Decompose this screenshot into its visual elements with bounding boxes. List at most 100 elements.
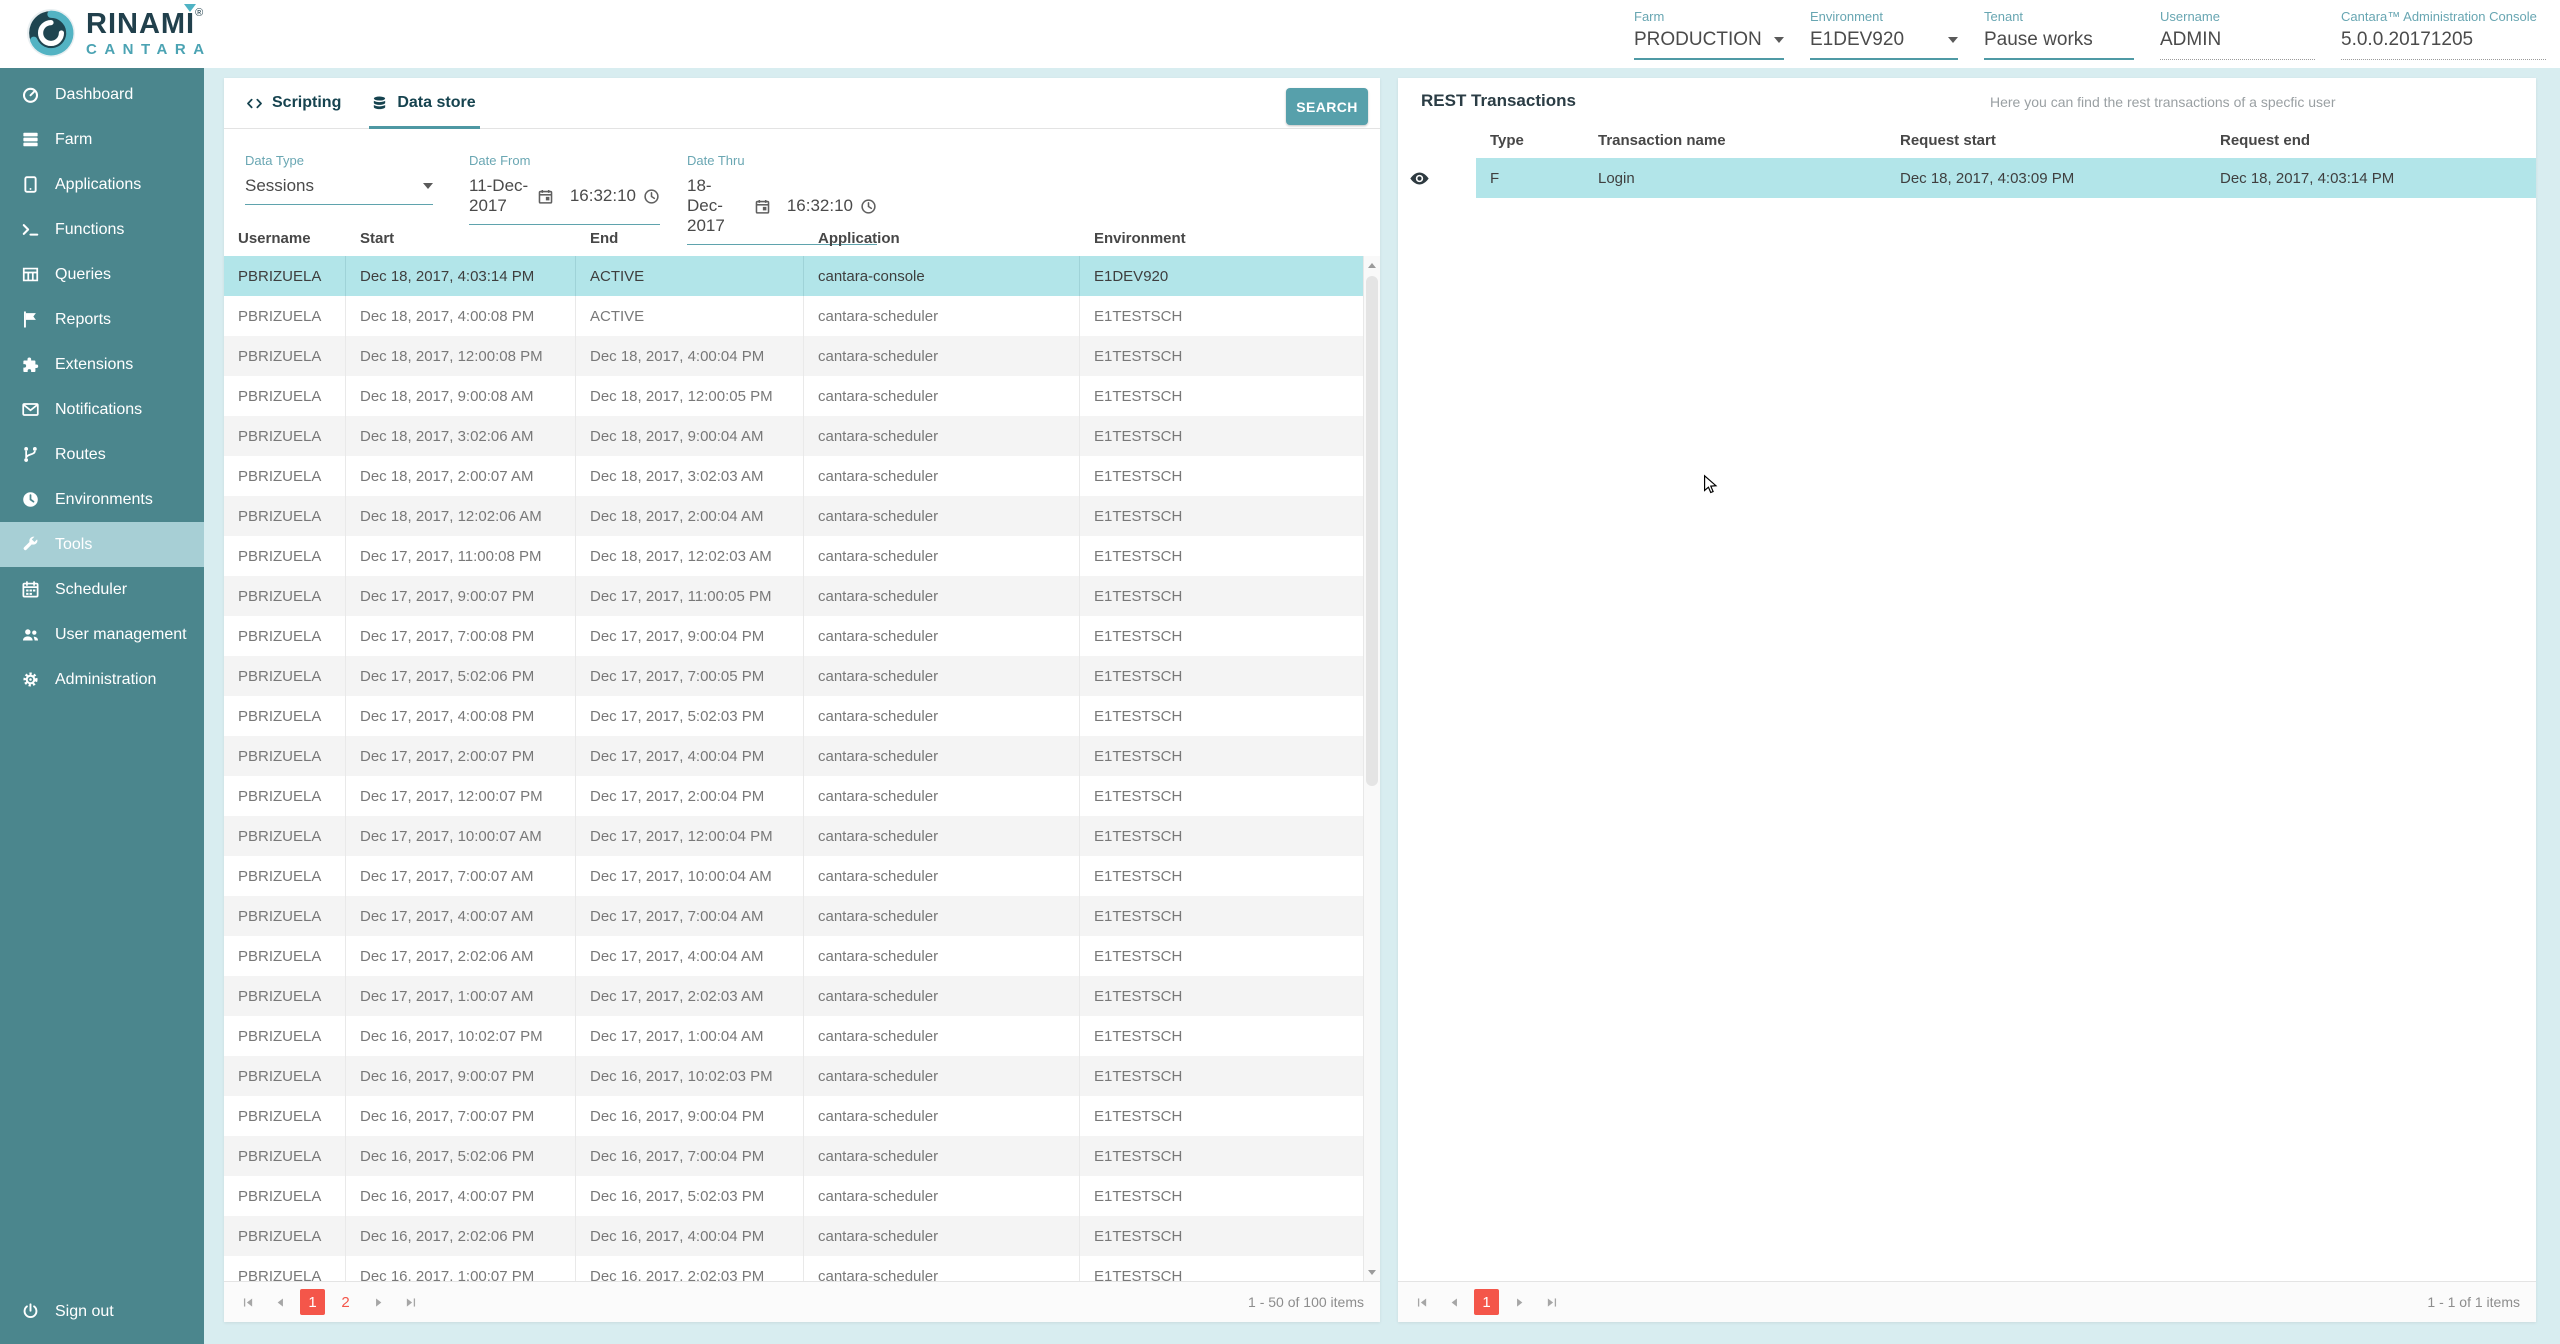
header-field-cantara-administration-console: Cantara™ Administration Console5.0.0.201… xyxy=(2341,9,2546,60)
filter-bar: Data Type Sessions Date From 11-Dec-2017… xyxy=(224,129,1380,220)
scrollbar-thumb[interactable] xyxy=(1366,276,1378,786)
table-row[interactable]: PBRIZUELADec 16, 2017, 7:00:07 PMDec 16,… xyxy=(224,1096,1380,1136)
time-from-input[interactable]: 16:32:10 xyxy=(570,186,636,206)
scroll-up-arrow[interactable] xyxy=(1364,256,1380,274)
sidebar-item-environments[interactable]: Environments xyxy=(0,477,204,522)
sidebar-item-extensions[interactable]: Extensions xyxy=(0,342,204,387)
tenant-value[interactable]: Pause works xyxy=(1984,29,2134,60)
eye-icon[interactable] xyxy=(1409,168,1430,189)
table-row[interactable]: PBRIZUELADec 17, 2017, 11:00:08 PMDec 18… xyxy=(224,536,1380,576)
table-row[interactable]: PBRIZUELADec 17, 2017, 12:00:07 PMDec 17… xyxy=(224,776,1380,816)
table-row[interactable]: PBRIZUELADec 18, 2017, 4:00:08 PMACTIVEc… xyxy=(224,296,1380,336)
sidebar-item-notifications[interactable]: Notifications xyxy=(0,387,204,432)
previous-page-button[interactable] xyxy=(268,1290,292,1314)
tab-scripting[interactable]: Scripting xyxy=(246,78,341,128)
previous-page-button[interactable] xyxy=(1442,1290,1466,1314)
last-page-button[interactable] xyxy=(1539,1290,1563,1314)
table-row[interactable]: PBRIZUELADec 18, 2017, 3:02:06 AMDec 18,… xyxy=(224,416,1380,456)
calendar-icon[interactable] xyxy=(537,188,554,205)
registered-mark: ® xyxy=(195,8,203,19)
table-row[interactable]: PBRIZUELADec 18, 2017, 2:00:07 AMDec 18,… xyxy=(224,456,1380,496)
cantara-administration-console-value: 5.0.0.20171205 xyxy=(2341,29,2546,60)
header-field-username: UsernameADMIN xyxy=(2160,9,2315,60)
table-row[interactable]: PBRIZUELADec 16, 2017, 1:00:07 PMDec 16,… xyxy=(224,1256,1380,1281)
column-header-type: Type xyxy=(1476,123,1584,158)
scroll-down-arrow[interactable] xyxy=(1364,1263,1380,1281)
date-from-input[interactable]: 11-Dec-2017 xyxy=(469,176,530,216)
date-from-label: Date From xyxy=(469,153,660,168)
header-field-label: Environment xyxy=(1810,9,1958,24)
header-field-tenant: TenantPause works xyxy=(1984,9,2134,60)
table-row[interactable]: PBRIZUELADec 18, 2017, 12:00:08 PMDec 18… xyxy=(224,336,1380,376)
date-thru-label: Date Thru xyxy=(687,153,877,168)
header-field-label: Username xyxy=(2160,9,2315,24)
first-page-button[interactable] xyxy=(236,1290,260,1314)
table-row[interactable]: PBRIZUELADec 16, 2017, 4:00:07 PMDec 16,… xyxy=(224,1176,1380,1216)
last-page-button[interactable] xyxy=(398,1290,422,1314)
sidebar-item-farm[interactable]: Farm xyxy=(0,117,204,162)
time-thru-input[interactable]: 16:32:10 xyxy=(787,196,853,216)
calendar-icon[interactable] xyxy=(754,198,771,215)
sessions-table-body: PBRIZUELADec 18, 2017, 4:03:14 PMACTIVEc… xyxy=(224,256,1380,1281)
next-page-button[interactable] xyxy=(366,1290,390,1314)
table-row[interactable]: PBRIZUELADec 17, 2017, 5:02:06 PMDec 17,… xyxy=(224,656,1380,696)
table-row[interactable]: PBRIZUELADec 17, 2017, 7:00:07 AMDec 17,… xyxy=(224,856,1380,896)
administration-icon xyxy=(21,670,40,689)
data-store-panel: Scripting Data store SEARCH Data Type Se… xyxy=(224,78,1380,1322)
table-row[interactable]: PBRIZUELADec 17, 2017, 4:00:07 AMDec 17,… xyxy=(224,896,1380,936)
sidebar-item-user-management[interactable]: User management xyxy=(0,612,204,657)
table-row[interactable]: PBRIZUELADec 17, 2017, 7:00:08 PMDec 17,… xyxy=(224,616,1380,656)
table-row[interactable]: PBRIZUELADec 18, 2017, 12:02:06 AMDec 18… xyxy=(224,496,1380,536)
farm-select[interactable]: PRODUCTION xyxy=(1634,29,1784,60)
sidebar-item-applications[interactable]: Applications xyxy=(0,162,204,207)
table-row[interactable]: PBRIZUELADec 16, 2017, 5:02:06 PMDec 16,… xyxy=(224,1136,1380,1176)
sidebar-item-scheduler[interactable]: Scheduler xyxy=(0,567,204,612)
table-row[interactable]: PBRIZUELADec 17, 2017, 2:02:06 AMDec 17,… xyxy=(224,936,1380,976)
data-type-select[interactable]: Sessions xyxy=(245,176,433,205)
sidebar-nav: DashboardFarmApplicationsFunctionsQuerie… xyxy=(0,72,204,702)
environment-select[interactable]: E1DEV920 xyxy=(1810,29,1958,60)
tab-data-store-label: Data store xyxy=(397,94,475,112)
search-button[interactable]: SEARCH xyxy=(1286,88,1368,125)
tools-icon xyxy=(21,535,40,554)
clock-icon[interactable] xyxy=(860,198,877,215)
table-row[interactable]: PBRIZUELADec 17, 2017, 4:00:08 PMDec 17,… xyxy=(224,696,1380,736)
sidebar-item-queries[interactable]: Queries xyxy=(0,252,204,297)
pager-summary: 1 - 1 of 1 items xyxy=(2427,1294,2520,1310)
tab-scripting-label: Scripting xyxy=(272,94,341,112)
sidebar-item-reports[interactable]: Reports xyxy=(0,297,204,342)
table-row[interactable]: PBRIZUELADec 16, 2017, 9:00:07 PMDec 16,… xyxy=(224,1056,1380,1096)
table-row[interactable]: PBRIZUELADec 18, 2017, 9:00:08 AMDec 18,… xyxy=(224,376,1380,416)
table-row[interactable]: PBRIZUELADec 17, 2017, 10:00:07 AMDec 17… xyxy=(224,816,1380,856)
clock-icon[interactable] xyxy=(643,188,660,205)
scrollbar[interactable] xyxy=(1363,256,1380,1281)
table-row[interactable]: PBRIZUELADec 16, 2017, 10:02:07 PMDec 17… xyxy=(224,1016,1380,1056)
column-header-end: End xyxy=(576,220,804,256)
next-page-button[interactable] xyxy=(1507,1290,1531,1314)
column-header-environment: Environment xyxy=(1080,220,1363,256)
sidebar-item-routes[interactable]: Routes xyxy=(0,432,204,477)
rest-transactions-titlebar: REST Transactions Here you can find the … xyxy=(1398,78,2536,123)
first-page-button[interactable] xyxy=(1410,1290,1434,1314)
date-thru-filter: Date Thru 18-Dec-2017 16:32:10 xyxy=(687,153,877,220)
sidebar-item-tools[interactable]: Tools xyxy=(0,522,204,567)
table-row[interactable]: PBRIZUELADec 17, 2017, 9:00:07 PMDec 17,… xyxy=(224,576,1380,616)
sign-out-label: Sign out xyxy=(55,1303,114,1321)
table-row[interactable]: PBRIZUELADec 18, 2017, 4:03:14 PMACTIVEc… xyxy=(224,256,1380,296)
table-row[interactable]: F Login Dec 18, 2017, 4:03:09 PM Dec 18,… xyxy=(1398,158,2536,198)
page-button-1[interactable]: 1 xyxy=(300,1289,325,1315)
sidebar-item-administration[interactable]: Administration xyxy=(0,657,204,702)
sidebar-item-dashboard[interactable]: Dashboard xyxy=(0,72,204,117)
table-row[interactable]: PBRIZUELADec 17, 2017, 2:00:07 PMDec 17,… xyxy=(224,736,1380,776)
sidebar-item-functions[interactable]: Functions xyxy=(0,207,204,252)
row-actions-cell xyxy=(1398,158,1476,198)
table-row[interactable]: PBRIZUELADec 16, 2017, 2:02:06 PMDec 16,… xyxy=(224,1216,1380,1256)
table-row[interactable]: PBRIZUELADec 17, 2017, 1:00:07 AMDec 17,… xyxy=(224,976,1380,1016)
notifications-icon xyxy=(21,400,40,419)
tab-data-store[interactable]: Data store xyxy=(371,78,475,128)
sign-out-button[interactable]: Sign out xyxy=(0,1289,204,1334)
page-button-1[interactable]: 1 xyxy=(1474,1289,1499,1315)
main-content: Scripting Data store SEARCH Data Type Se… xyxy=(204,68,2560,1344)
column-header-actions xyxy=(1398,123,1476,158)
page-button-2[interactable]: 2 xyxy=(333,1289,358,1315)
